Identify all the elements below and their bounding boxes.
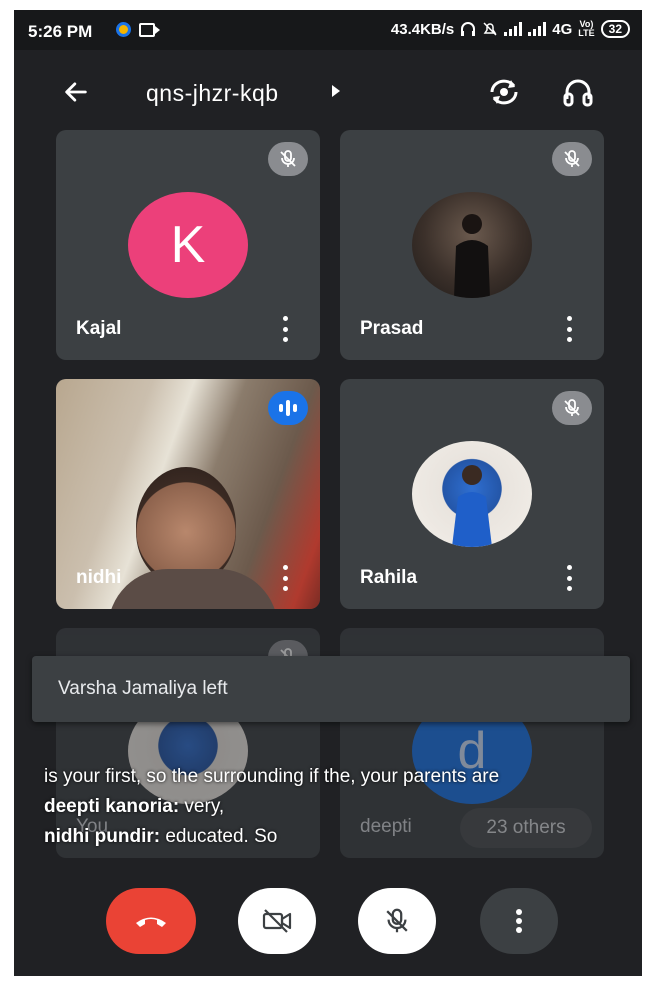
signal-icon [528, 22, 547, 36]
call-controls [14, 878, 642, 976]
video-camera-icon [139, 22, 160, 37]
toggle-camera-button[interactable] [238, 888, 316, 954]
mic-off-icon [280, 150, 296, 167]
more-options-button[interactable] [276, 316, 294, 342]
headphones-icon [563, 79, 593, 107]
more-vertical-icon [566, 316, 572, 321]
avatar [412, 441, 532, 547]
caret-right-icon[interactable] [332, 85, 340, 97]
audio-output-button[interactable] [556, 70, 600, 114]
alarm-off-icon [483, 22, 497, 36]
video-off-icon [262, 909, 292, 933]
avatar [412, 192, 532, 298]
back-button[interactable] [54, 70, 98, 114]
arrow-left-icon [65, 82, 87, 102]
more-options-button[interactable] [276, 565, 294, 591]
signal-icon [504, 22, 523, 36]
volte-bottom: LTE [578, 28, 595, 38]
meet-screen: 5:26 PM 43.4KB/s 4G Vo) LTE 32 qns-jhzr-k… [14, 10, 642, 976]
end-call-button[interactable] [106, 888, 196, 954]
person-photo [454, 214, 490, 298]
participant-name: Rahila [360, 567, 418, 588]
switch-camera-button[interactable] [482, 70, 526, 114]
avatar: K [128, 192, 248, 298]
snackbar-message: Varsha Jamaliya left [58, 678, 228, 699]
more-vertical-icon [282, 565, 288, 570]
meet-app-icon [116, 22, 131, 37]
network-type: 4G [552, 20, 573, 38]
meeting-code[interactable]: qns-jhzr-kqb [146, 80, 279, 107]
call-end-icon [136, 917, 166, 927]
more-options-button[interactable] [560, 316, 578, 342]
more-vertical-icon [566, 565, 572, 570]
more-vertical-icon [282, 316, 288, 321]
camera-flip-icon [490, 79, 518, 105]
participant-name: nidhi [76, 567, 122, 588]
speaking-indicator-icon [268, 391, 308, 425]
participant-tile[interactable]: Prasad [340, 130, 604, 360]
network-speed: 43.4KB/s [390, 20, 455, 38]
more-options-button[interactable] [560, 565, 578, 591]
caption-line: nidhi pundir: educated. So [44, 822, 634, 852]
person-photo [452, 465, 492, 547]
participant-tile[interactable]: K Kajal [56, 130, 320, 360]
participant-name: Prasad [360, 318, 424, 339]
caption-text: very, [179, 796, 225, 817]
snackbar: Varsha Jamaliya left [32, 656, 630, 722]
muted-badge [552, 142, 592, 176]
more-vertical-icon [516, 909, 522, 933]
participant-name: Kajal [76, 318, 122, 339]
battery-indicator: 32 [600, 20, 630, 38]
mic-off-icon [564, 150, 580, 167]
caption-speaker: deepti kanoria: [44, 796, 180, 817]
caption-line: deepti kanoria: very, [44, 792, 634, 822]
more-options-button[interactable] [480, 888, 558, 954]
live-captions: is your first, so the surrounding if the… [44, 762, 634, 852]
mic-off-icon [564, 399, 580, 416]
headset-icon [461, 22, 476, 36]
participant-tile[interactable]: nidhi [56, 379, 320, 609]
status-bar: 5:26 PM 43.4KB/s 4G Vo) LTE 32 [14, 10, 642, 50]
muted-badge [268, 142, 308, 176]
mic-off-icon [386, 908, 408, 933]
toggle-mic-button[interactable] [358, 888, 436, 954]
caption-text: educated. So [160, 826, 278, 847]
status-time: 5:26 PM [28, 22, 93, 41]
caption-speaker: nidhi pundir: [44, 826, 161, 847]
top-app-bar: qns-jhzr-kqb [14, 50, 642, 130]
participant-tile[interactable]: Rahila [340, 379, 604, 609]
muted-badge [552, 391, 592, 425]
caption-line: is your first, so the surrounding if the… [44, 766, 500, 787]
